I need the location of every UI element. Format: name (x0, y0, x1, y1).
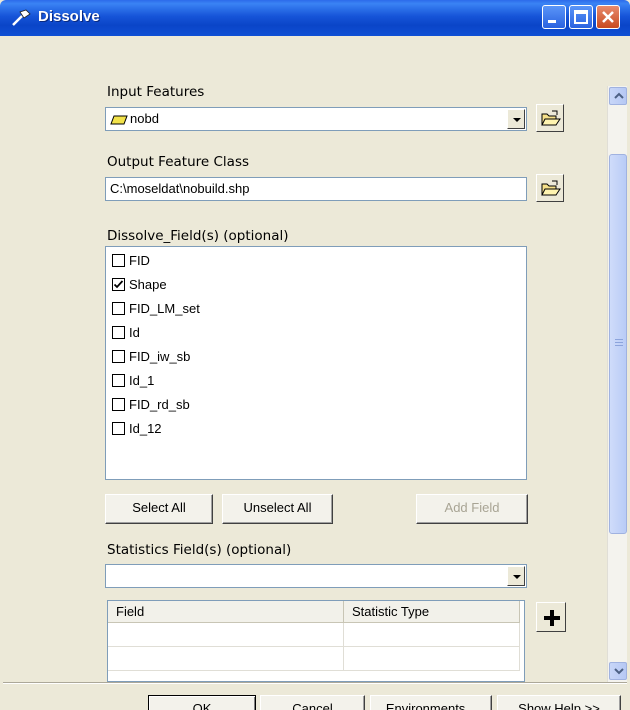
statistics-table: Field Statistic Type (107, 600, 525, 682)
dissolve-field-label: FID_rd_sb (129, 396, 190, 412)
vertical-scrollbar[interactable] (607, 86, 627, 682)
chevron-down-icon[interactable] (507, 566, 525, 586)
checkbox[interactable] (112, 421, 125, 435)
unselect-all-button[interactable]: Unselect All (222, 494, 333, 524)
input-features-dropdown[interactable]: nobd (105, 107, 527, 131)
show-help-button[interactable]: Show Help >> (497, 695, 621, 710)
dissolve-field-label: Shape (129, 276, 167, 292)
open-folder-icon (541, 180, 561, 196)
table-cell[interactable] (344, 623, 520, 647)
checkmark-icon (113, 279, 124, 288)
ok-button[interactable]: OK (148, 695, 256, 710)
dissolve-field-label: FID (129, 252, 150, 268)
dissolve-field-item[interactable]: FID (112, 250, 150, 270)
table-cell[interactable] (344, 647, 520, 671)
checkbox[interactable] (112, 349, 125, 363)
cancel-button[interactable]: Cancel (260, 695, 365, 710)
add-statistic-button[interactable] (536, 602, 566, 632)
chevron-up-icon (614, 92, 624, 99)
dissolve-field-label: FID_iw_sb (129, 348, 191, 364)
maximize-button[interactable] (569, 5, 593, 29)
dissolve-field-item[interactable]: Id_1 (112, 370, 154, 390)
chevron-down-icon (614, 668, 624, 675)
checkbox[interactable] (112, 397, 125, 411)
environments-button[interactable]: Environments... (370, 695, 492, 710)
dissolve-field-item[interactable]: FID_LM_set (112, 298, 200, 318)
dissolve-field-item[interactable]: Shape (112, 274, 167, 294)
output-feature-class-label: Output Feature Class (107, 154, 250, 170)
output-feature-class-browse-button[interactable] (536, 174, 564, 202)
dissolve-field-label: Id_1 (129, 372, 155, 388)
open-folder-icon (541, 110, 561, 126)
scroll-up-button[interactable] (609, 87, 627, 105)
output-feature-class-value: C:\moseldat\nobuild.shp (110, 181, 250, 196)
checkbox[interactable] (112, 277, 125, 291)
statistics-field-dropdown[interactable] (105, 564, 527, 588)
scroll-down-button[interactable] (609, 662, 627, 680)
polygon-layer-icon (110, 114, 128, 129)
input-features-value: nobd (130, 111, 159, 126)
dissolve-dialog: Dissolve Input Features nobd Output Feat… (0, 0, 630, 710)
dissolve-fields-label: Dissolve_Field(s) (optional) (107, 228, 289, 244)
chevron-down-icon[interactable] (507, 109, 525, 129)
select-all-button[interactable]: Select All (105, 494, 213, 524)
checkbox[interactable] (112, 253, 125, 267)
dissolve-field-item[interactable]: Id_12 (112, 418, 162, 438)
close-button[interactable] (596, 5, 620, 29)
dissolve-field-label: Id_12 (129, 420, 162, 436)
input-features-label: Input Features (107, 84, 205, 100)
maximize-icon (574, 10, 588, 24)
output-feature-class-field[interactable]: C:\moseldat\nobuild.shp (105, 177, 527, 201)
minimize-icon (548, 20, 556, 23)
checkbox[interactable] (112, 325, 125, 339)
table-cell[interactable] (108, 623, 344, 647)
column-header-statistic-type[interactable]: Statistic Type (344, 601, 520, 623)
statistics-fields-label: Statistics Field(s) (optional) (107, 542, 292, 558)
title-bar[interactable]: Dissolve (0, 0, 630, 36)
dissolve-field-item[interactable]: FID_iw_sb (112, 346, 190, 366)
dissolve-field-item[interactable]: FID_rd_sb (112, 394, 190, 414)
add-field-button[interactable]: Add Field (416, 494, 528, 524)
dissolve-field-item[interactable]: Id (112, 322, 140, 342)
hammer-tool-icon (10, 8, 32, 28)
checkbox[interactable] (112, 301, 125, 315)
dialog-body: Input Features nobd Output Feature Class… (3, 36, 627, 710)
plus-icon (544, 610, 560, 626)
window-title: Dissolve (38, 8, 100, 25)
footer-divider (3, 682, 627, 684)
table-cell[interactable] (108, 647, 344, 671)
scroll-thumb[interactable] (609, 154, 627, 534)
dissolve-field-label: FID_LM_set (129, 300, 200, 316)
column-header-field[interactable]: Field (108, 601, 344, 623)
minimize-button[interactable] (542, 5, 566, 29)
close-icon (602, 11, 614, 23)
input-features-browse-button[interactable] (536, 104, 564, 132)
checkbox[interactable] (112, 373, 125, 387)
dissolve-fields-list: FID Shape FID_LM_set Id FID_iw_sb Id_1 F… (105, 246, 527, 480)
dissolve-field-label: Id (129, 324, 140, 340)
